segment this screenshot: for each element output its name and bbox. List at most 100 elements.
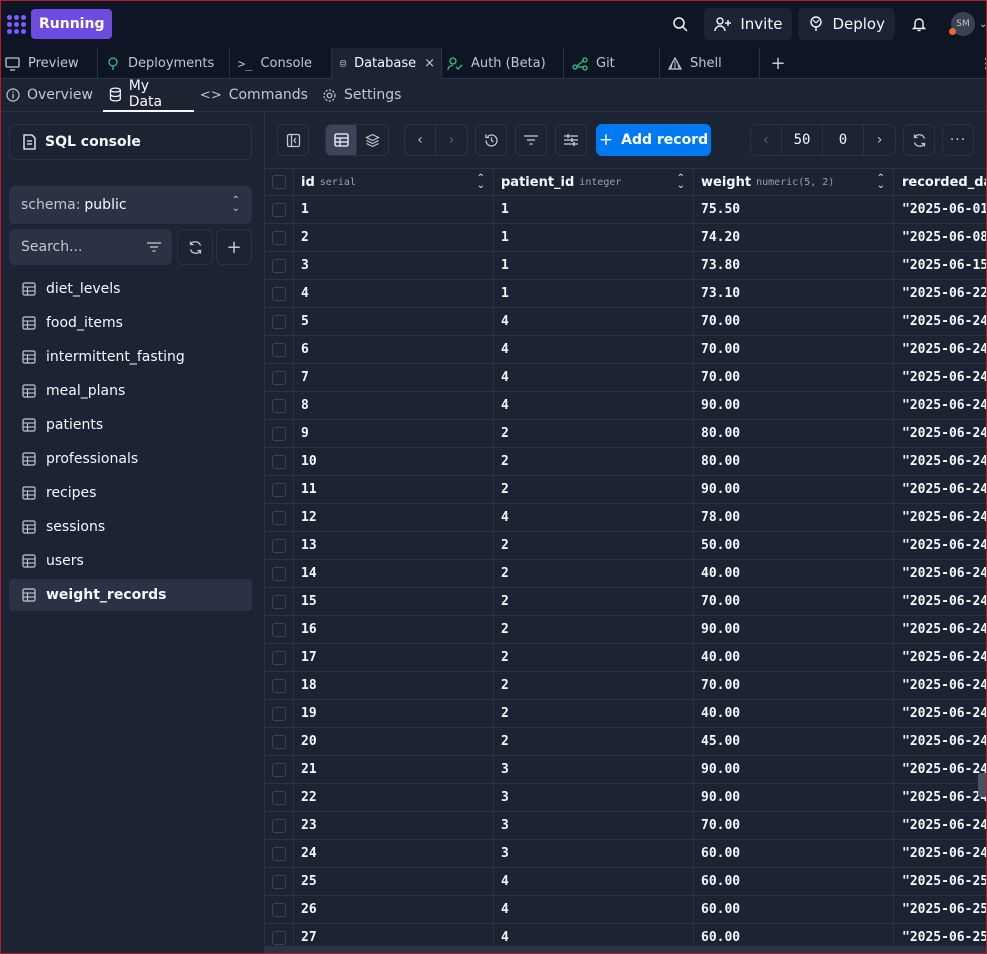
table-cell[interactable]: 50.00 <box>694 532 894 559</box>
table-cell[interactable]: 70.00 <box>694 812 894 839</box>
table-cell[interactable]: 22 <box>294 784 494 811</box>
add-record-button[interactable]: + Add record <box>596 124 711 156</box>
table-row[interactable]: 26 4 60.00 "2025-06-25 <box>265 896 987 924</box>
row-checkbox[interactable] <box>272 370 286 385</box>
vertical-scrollbar-thumb[interactable] <box>978 773 987 797</box>
table-cell[interactable]: "2025-06-24 <box>894 700 987 727</box>
table-cell[interactable]: 11 <box>294 476 494 503</box>
table-cell[interactable]: "2025-06-24 <box>894 616 987 643</box>
table-cell[interactable]: 1 <box>294 196 494 223</box>
column-header-weight[interactable]: weight numeric(5, 2) ⌃ ⌄ <box>694 169 894 195</box>
table-cell[interactable]: 2 <box>494 420 694 447</box>
table-item-recipes[interactable]: recipes <box>9 477 252 509</box>
table-cell[interactable]: 1 <box>494 280 694 307</box>
table-cell[interactable]: "2025-06-01 <box>894 196 987 223</box>
table-cell[interactable]: "2025-06-25 <box>894 924 987 946</box>
refresh-tables-button[interactable] <box>177 229 213 265</box>
back-button[interactable]: ‹ <box>405 125 436 155</box>
schema-select[interactable]: schema: public ⌃ ⌄ <box>9 186 252 224</box>
tab-git[interactable]: Git <box>564 48 660 79</box>
table-cell[interactable]: 90.00 <box>694 756 894 783</box>
row-checkbox[interactable] <box>272 622 286 637</box>
row-checkbox[interactable] <box>272 902 286 917</box>
search-icon[interactable] <box>662 8 698 40</box>
table-cell[interactable]: 7 <box>294 364 494 391</box>
tab-auth[interactable]: Auth (Beta) <box>442 48 564 79</box>
table-item-weight-records[interactable]: weight_records <box>9 579 252 611</box>
column-header-recorded-date[interactable]: recorded_date <box>894 169 987 195</box>
table-cell[interactable]: "2025-06-24 <box>894 476 987 503</box>
table-item-sessions[interactable]: sessions <box>9 511 252 543</box>
table-cell[interactable]: 60.00 <box>694 840 894 867</box>
row-checkbox[interactable] <box>272 286 286 301</box>
table-cell[interactable]: 2 <box>494 616 694 643</box>
table-cell[interactable]: 70.00 <box>694 588 894 615</box>
table-cell[interactable]: 2 <box>494 700 694 727</box>
table-row[interactable]: 22 3 90.00 "2025-06-24 <box>265 784 987 812</box>
table-cell[interactable]: 6 <box>294 336 494 363</box>
table-cell[interactable]: 70.00 <box>694 364 894 391</box>
table-cell[interactable]: 4 <box>494 336 694 363</box>
tab-console[interactable]: >_ Console <box>230 48 332 79</box>
row-checkbox[interactable] <box>272 538 286 553</box>
table-cell[interactable]: 78.00 <box>694 504 894 531</box>
table-cell[interactable]: 40.00 <box>694 644 894 671</box>
history-button[interactable] <box>475 124 507 156</box>
toggle-sidebar-button[interactable] <box>277 124 309 156</box>
table-cell[interactable]: 4 <box>494 308 694 335</box>
table-cell[interactable]: 10 <box>294 448 494 475</box>
table-cell[interactable]: 73.10 <box>694 280 894 307</box>
table-cell[interactable]: "2025-06-24 <box>894 364 987 391</box>
table-cell[interactable]: 60.00 <box>694 868 894 895</box>
table-row[interactable]: 2 1 74.20 "2025-06-08 <box>265 224 987 252</box>
table-row[interactable]: 25 4 60.00 "2025-06-25 <box>265 868 987 896</box>
prev-page-button[interactable]: ‹ <box>751 125 782 155</box>
table-item-food-items[interactable]: food_items <box>9 307 252 339</box>
row-checkbox[interactable] <box>272 874 286 889</box>
running-status-button[interactable]: Running <box>31 9 113 39</box>
offset-input[interactable]: 0 <box>823 125 864 155</box>
table-cell[interactable]: 60.00 <box>694 896 894 923</box>
invite-button[interactable]: Invite <box>704 8 793 40</box>
forward-button[interactable]: › <box>436 125 467 155</box>
table-cell[interactable]: 45.00 <box>694 728 894 755</box>
table-cell[interactable]: 4 <box>494 924 694 946</box>
table-cell[interactable]: 40.00 <box>694 560 894 587</box>
app-logo-icon[interactable] <box>5 13 27 35</box>
table-cell[interactable]: 12 <box>294 504 494 531</box>
table-cell[interactable]: 4 <box>494 504 694 531</box>
tab-deployments[interactable]: Deployments <box>98 48 230 79</box>
row-checkbox[interactable] <box>272 342 286 357</box>
table-cell[interactable]: 17 <box>294 644 494 671</box>
table-cell[interactable]: "2025-06-24 <box>894 308 987 335</box>
table-cell[interactable]: 73.80 <box>694 252 894 279</box>
row-checkbox[interactable] <box>272 566 286 581</box>
table-cell[interactable]: 2 <box>494 728 694 755</box>
table-cell[interactable]: 90.00 <box>694 476 894 503</box>
table-row[interactable]: 6 4 70.00 "2025-06-24 <box>265 336 987 364</box>
table-item-users[interactable]: users <box>9 545 252 577</box>
table-cell[interactable]: 26 <box>294 896 494 923</box>
table-cell[interactable]: 2 <box>494 644 694 671</box>
table-cell[interactable]: "2025-06-24 <box>894 728 987 755</box>
row-checkbox[interactable] <box>272 930 286 945</box>
table-row[interactable]: 18 2 70.00 "2025-06-24 <box>265 672 987 700</box>
chevron-down-icon[interactable]: ⌄ <box>979 19 987 30</box>
table-search-input[interactable]: Search... <box>9 229 172 265</box>
table-cell[interactable]: 4 <box>494 364 694 391</box>
table-cell[interactable]: 13 <box>294 532 494 559</box>
table-row[interactable]: 3 1 73.80 "2025-06-15 <box>265 252 987 280</box>
table-cell[interactable]: 14 <box>294 560 494 587</box>
table-cell[interactable]: 90.00 <box>694 784 894 811</box>
subnav-settings[interactable]: Settings <box>316 79 409 112</box>
table-cell[interactable]: 80.00 <box>694 448 894 475</box>
row-checkbox[interactable] <box>272 426 286 441</box>
table-cell[interactable]: "2025-06-24 <box>894 392 987 419</box>
table-cell[interactable]: 4 <box>294 280 494 307</box>
table-view-button[interactable] <box>326 125 357 155</box>
table-cell[interactable]: 1 <box>494 252 694 279</box>
table-row[interactable]: 20 2 45.00 "2025-06-24 <box>265 728 987 756</box>
table-cell[interactable]: "2025-06-22 <box>894 280 987 307</box>
filter-icon[interactable] <box>146 241 162 253</box>
table-cell[interactable]: 1 <box>494 196 694 223</box>
